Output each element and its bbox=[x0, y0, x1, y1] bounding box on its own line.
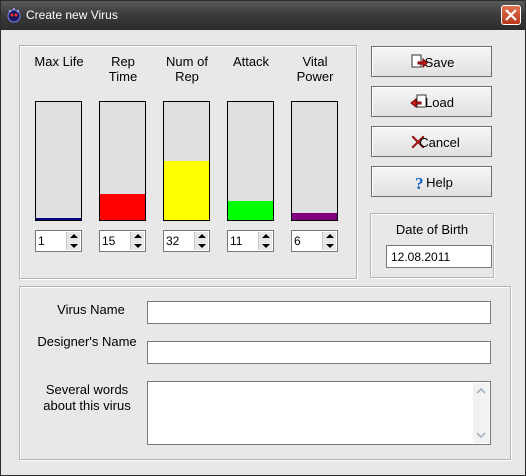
save-label: Save bbox=[424, 55, 455, 70]
rep-time-decrement-button[interactable] bbox=[130, 241, 144, 250]
max-life-value: 1 bbox=[38, 234, 45, 248]
designer-name-input[interactable] bbox=[147, 341, 491, 364]
attack-label-line: Attack bbox=[232, 54, 270, 69]
vital-power-decrement-button[interactable] bbox=[322, 241, 336, 250]
max-life-label-line: Max Life bbox=[34, 54, 84, 69]
num-of-rep-increment-button[interactable] bbox=[194, 232, 208, 241]
date-of-birth-value: 12.08.2011 bbox=[391, 250, 451, 264]
title-bar[interactable]: Create new Virus bbox=[1, 1, 525, 30]
virus-name-input[interactable] bbox=[147, 301, 491, 324]
load-label: Load bbox=[425, 95, 454, 110]
vital-power-increment-button[interactable] bbox=[322, 232, 336, 241]
vital-power-label: Vital Power bbox=[287, 54, 343, 84]
vital-power-bar-fill bbox=[292, 213, 337, 220]
vital-power-value: 6 bbox=[294, 234, 301, 248]
about-virus-label: Several words about this virus bbox=[31, 382, 143, 414]
attack-spinner[interactable]: 11 bbox=[227, 230, 274, 252]
num-of-rep-bar-fill bbox=[164, 161, 209, 220]
attack-bar bbox=[227, 101, 274, 221]
designer-name-label: Designer's Name bbox=[37, 334, 137, 349]
scroll-down-icon[interactable] bbox=[474, 428, 488, 442]
scroll-up-icon[interactable] bbox=[474, 384, 488, 398]
rep-time-label: Rep Time bbox=[95, 54, 151, 84]
about-virus-textarea[interactable] bbox=[147, 381, 491, 445]
vital-power-label-line: Vital bbox=[302, 54, 328, 69]
num-of-rep-decrement-button[interactable] bbox=[194, 241, 208, 250]
num-of-rep-bar bbox=[163, 101, 210, 221]
num-of-rep-label: Num of Rep bbox=[159, 54, 215, 84]
vital-power-label-line: Power bbox=[296, 69, 334, 84]
attack-increment-button[interactable] bbox=[258, 232, 272, 241]
num-of-rep-value: 32 bbox=[166, 234, 180, 248]
date-of-birth-label: Date of Birth bbox=[395, 222, 469, 237]
attack-decrement-button[interactable] bbox=[258, 241, 272, 250]
attack-bar-fill bbox=[228, 201, 273, 220]
max-life-label: Max Life bbox=[31, 54, 87, 69]
vital-power-spin-buttons bbox=[322, 232, 336, 250]
virus-name-label: Virus Name bbox=[57, 302, 125, 317]
rep-time-bar-fill bbox=[100, 194, 145, 220]
help-label: Help bbox=[426, 175, 453, 190]
about-label-line1: Several words bbox=[45, 382, 129, 397]
create-virus-dialog: Create new Virus Max Life 1 Rep Time 15 Num o… bbox=[0, 0, 526, 476]
num-of-rep-label-line: Num of bbox=[166, 54, 208, 69]
max-life-spinner[interactable]: 1 bbox=[35, 230, 82, 252]
max-life-increment-button[interactable] bbox=[66, 232, 80, 241]
help-button[interactable]: ? Help bbox=[371, 166, 492, 197]
rep-time-label-line: Rep bbox=[111, 54, 135, 69]
cancel-label: Cancel bbox=[419, 135, 460, 150]
about-label-line2: about this virus bbox=[43, 398, 131, 413]
rep-time-increment-button[interactable] bbox=[130, 232, 144, 241]
attack-label: Attack bbox=[223, 54, 279, 69]
num-of-rep-spinner[interactable]: 32 bbox=[163, 230, 210, 252]
max-life-decrement-button[interactable] bbox=[66, 241, 80, 250]
date-of-birth-field[interactable]: 12.08.2011 bbox=[386, 245, 492, 268]
rep-time-label-line: Time bbox=[108, 69, 138, 84]
close-button[interactable] bbox=[501, 5, 521, 25]
close-icon bbox=[505, 9, 517, 21]
vital-power-bar bbox=[291, 101, 338, 221]
rep-time-value: 15 bbox=[102, 234, 116, 248]
vital-power-spinner[interactable]: 6 bbox=[291, 230, 338, 252]
virus-app-icon bbox=[7, 8, 21, 23]
num-of-rep-spin-buttons bbox=[194, 232, 208, 250]
rep-time-spinner[interactable]: 15 bbox=[99, 230, 146, 252]
window-title: Create new Virus bbox=[26, 8, 118, 22]
textarea-scrollbar[interactable] bbox=[473, 383, 489, 443]
max-life-spin-buttons bbox=[66, 232, 80, 250]
load-button[interactable]: Load bbox=[371, 86, 492, 117]
max-life-bar-fill bbox=[36, 218, 81, 220]
rep-time-spin-buttons bbox=[130, 232, 144, 250]
save-button[interactable]: Save bbox=[371, 46, 492, 77]
rep-time-bar bbox=[99, 101, 146, 221]
num-of-rep-label-line: Rep bbox=[175, 69, 199, 84]
attack-value: 11 bbox=[230, 234, 243, 248]
cancel-button[interactable]: Cancel bbox=[371, 126, 492, 157]
attack-spin-buttons bbox=[258, 232, 272, 250]
max-life-bar bbox=[35, 101, 82, 221]
